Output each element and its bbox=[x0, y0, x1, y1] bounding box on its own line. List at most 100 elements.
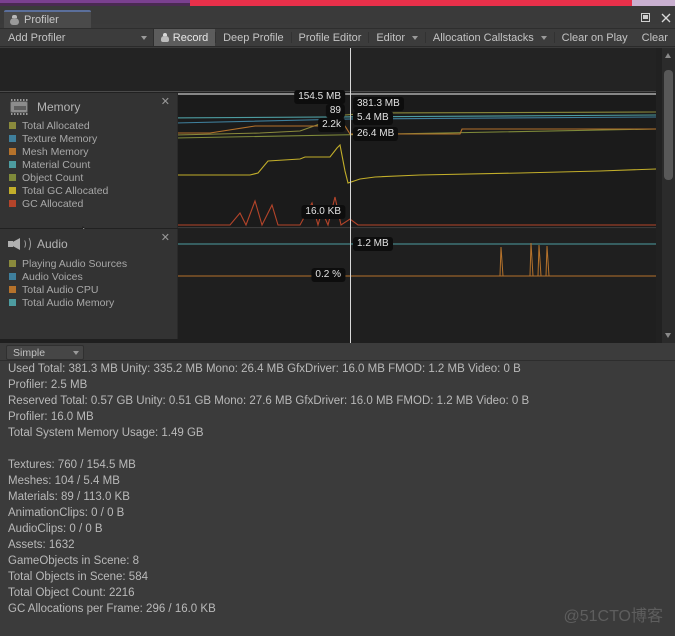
legend-item-audio-voices[interactable]: Audio Voices bbox=[9, 270, 177, 283]
stat-line: AudioClips: 0 / 0 B bbox=[8, 523, 103, 535]
clear-on-play-button[interactable]: Clear on Play bbox=[555, 29, 635, 46]
record-label: Record bbox=[172, 31, 209, 44]
scroll-down-arrow-icon[interactable] bbox=[665, 333, 671, 338]
legend-item-object-count[interactable]: Object Count bbox=[9, 171, 177, 184]
allocation-callstacks-label: Allocation Callstacks bbox=[432, 31, 534, 44]
profiler-window: Profiler Add Profiler Record Deep Profil… bbox=[0, 0, 675, 636]
editor-label: Editor bbox=[376, 31, 406, 44]
memory-panel: ✕ Memory Total Allocated Texture Memory bbox=[0, 93, 178, 243]
stat-line: Materials: 89 / 113.0 KB bbox=[8, 491, 130, 503]
legend-item-material-count[interactable]: Material Count bbox=[9, 158, 177, 171]
legend-label: Audio Voices bbox=[22, 270, 83, 283]
memory-statistics-pane: Used Total: 381.3 MB Unity: 335.2 MB Mon… bbox=[0, 361, 675, 636]
watermark: @51CTO博客 bbox=[563, 608, 663, 625]
memory-panel-header: Memory bbox=[0, 93, 177, 119]
close-icon[interactable]: ✕ bbox=[161, 97, 170, 108]
legend-label: Total Allocated bbox=[22, 119, 90, 132]
legend-item-playing-audio-sources[interactable]: Playing Audio Sources bbox=[9, 257, 177, 270]
legend-label: Playing Audio Sources bbox=[22, 257, 128, 270]
deep-profile-label: Deep Profile bbox=[223, 31, 284, 44]
stat-line: Total Objects in Scene: 584 bbox=[8, 571, 148, 583]
legend-item-total-audio-memory[interactable]: Total Audio Memory bbox=[9, 296, 177, 309]
legend-label: Texture Memory bbox=[22, 132, 98, 145]
allocation-callstacks-dropdown[interactable]: Allocation Callstacks bbox=[426, 29, 554, 46]
view-mode-dropdown[interactable]: Simple bbox=[6, 345, 84, 360]
legend-label: Material Count bbox=[22, 158, 91, 171]
audio-legend: Playing Audio Sources Audio Voices Total… bbox=[0, 257, 177, 309]
deep-profile-button[interactable]: Deep Profile bbox=[216, 29, 291, 46]
tab-profiler-label: Profiler bbox=[24, 14, 59, 26]
charts-vertical-scrollbar[interactable] bbox=[662, 48, 675, 343]
detail-view-toolbar: Simple bbox=[0, 343, 675, 361]
chevron-down-icon bbox=[412, 35, 419, 40]
add-profiler-dropdown[interactable]: Add Profiler bbox=[0, 29, 154, 46]
stat-line: GameObjects in Scene: 8 bbox=[8, 555, 140, 567]
clear-on-play-label: Clear on Play bbox=[561, 31, 628, 44]
stat-line: Assets: 1632 bbox=[8, 539, 75, 551]
scrollbar-thumb[interactable] bbox=[664, 70, 673, 180]
chip-audio-cpu: 0.2 % bbox=[311, 268, 345, 282]
stat-line: Total System Memory Usage: 1.49 GB bbox=[8, 427, 204, 439]
chip-used-total: 381.3 MB bbox=[353, 97, 404, 111]
chart-row-empty[interactable] bbox=[0, 48, 656, 92]
legend-item-mesh-memory[interactable]: Mesh Memory bbox=[9, 145, 177, 158]
chevron-down-icon bbox=[140, 35, 147, 40]
color-swatch bbox=[9, 187, 16, 194]
clear-label: Clear bbox=[641, 31, 668, 44]
accent-purple-segment bbox=[0, 0, 190, 3]
audio-panel: ✕ Audio Playing Audio Sources Audio Voic… bbox=[0, 229, 178, 339]
color-swatch bbox=[9, 299, 16, 306]
chip-material-count: 89 bbox=[325, 104, 345, 118]
view-mode-label: Simple bbox=[13, 346, 46, 359]
color-swatch bbox=[9, 286, 16, 293]
profile-editor-label: Profile Editor bbox=[298, 31, 362, 44]
stat-line: Used Total: 381.3 MB Unity: 335.2 MB Mon… bbox=[8, 363, 521, 375]
stats-group-usage: Used Total: 381.3 MB Unity: 335.2 MB Mon… bbox=[0, 361, 675, 441]
record-button[interactable]: Record bbox=[153, 29, 216, 46]
legend-label: Object Count bbox=[22, 171, 84, 184]
legend-item-gc-allocated[interactable]: GC Allocated bbox=[9, 197, 177, 210]
add-profiler-label: Add Profiler bbox=[8, 31, 66, 44]
audio-panel-title: Audio bbox=[37, 237, 68, 251]
stat-line: Profiler: 2.5 MB bbox=[8, 379, 88, 391]
memory-legend: Total Allocated Texture Memory Mesh Memo… bbox=[0, 119, 177, 210]
profiler-toolbar: Add Profiler Record Deep Profile Profile… bbox=[0, 28, 675, 47]
unity-profiler-icon bbox=[10, 15, 19, 25]
tab-strip: Profiler bbox=[0, 10, 675, 28]
color-swatch bbox=[9, 161, 16, 168]
legend-item-texture-memory[interactable]: Texture Memory bbox=[9, 132, 177, 145]
close-icon[interactable]: ✕ bbox=[161, 233, 170, 244]
tab-profiler[interactable]: Profiler bbox=[4, 10, 91, 28]
audio-panel-header: Audio bbox=[0, 229, 177, 257]
profile-editor-button[interactable]: Profile Editor bbox=[291, 29, 368, 46]
speaker-icon bbox=[8, 235, 31, 253]
editor-dropdown[interactable]: Editor bbox=[369, 29, 425, 46]
color-swatch bbox=[9, 174, 16, 181]
color-swatch bbox=[9, 135, 16, 142]
color-swatch bbox=[9, 148, 16, 155]
chip-total-allocated-left: 154.5 MB bbox=[294, 90, 345, 104]
stat-line: Textures: 760 / 154.5 MB bbox=[8, 459, 136, 471]
playhead-marker[interactable] bbox=[350, 48, 351, 343]
legend-label: GC Allocated bbox=[22, 197, 84, 210]
color-swatch bbox=[9, 260, 16, 267]
clear-button[interactable]: Clear bbox=[635, 29, 675, 46]
chip-gc-allocated: 16.0 KB bbox=[301, 205, 345, 219]
chip-mesh-memory: 5.4 MB bbox=[353, 111, 393, 125]
color-swatch bbox=[9, 200, 16, 207]
legend-label: Total Audio Memory bbox=[22, 296, 115, 309]
legend-item-total-allocated[interactable]: Total Allocated bbox=[9, 119, 177, 132]
color-swatch bbox=[9, 273, 16, 280]
legend-item-total-gc-allocated[interactable]: Total GC Allocated bbox=[9, 184, 177, 197]
stat-line: Meshes: 104 / 5.4 MB bbox=[8, 475, 120, 487]
chip-mono-memory: 26.4 MB bbox=[353, 127, 399, 141]
record-icon bbox=[160, 33, 169, 42]
color-swatch bbox=[9, 122, 16, 129]
scroll-up-arrow-icon[interactable] bbox=[665, 53, 671, 58]
chip-object-count: 2.2k bbox=[318, 118, 345, 132]
stats-group-objects: Textures: 760 / 154.5 MB Meshes: 104 / 5… bbox=[0, 457, 675, 617]
legend-label: Mesh Memory bbox=[22, 145, 89, 158]
stat-line: Profiler: 16.0 MB bbox=[8, 411, 94, 423]
chevron-down-icon bbox=[73, 350, 79, 355]
legend-item-total-audio-cpu[interactable]: Total Audio CPU bbox=[9, 283, 177, 296]
